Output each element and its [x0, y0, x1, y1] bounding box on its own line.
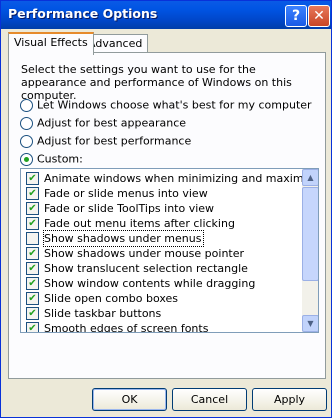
list-item[interactable]: ✔ Show window contents while dragging [23, 276, 297, 291]
radio-label: Custom: [37, 152, 83, 166]
radio-label: Adjust for best appearance [37, 116, 187, 130]
checkbox[interactable]: ✔ [26, 217, 39, 230]
checkbox[interactable]: ✔ [26, 202, 39, 215]
list-item[interactable]: ✔ Fade or slide ToolTips into view [23, 201, 297, 216]
visual-effects-panel: Select the settings you want to use for … [8, 52, 326, 379]
apply-button[interactable]: Apply [252, 388, 327, 411]
radio-let-windows-choose[interactable]: Let Windows choose what's best for my co… [20, 98, 312, 114]
close-button[interactable]: ✕ [308, 5, 330, 27]
list-item[interactable]: Show shadows under menus [23, 230, 297, 247]
description-text: Select the settings you want to use for … [21, 63, 292, 102]
list-item[interactable]: ✔ Slide taskbar buttons [23, 306, 297, 321]
list-item-label: Animate windows when minimizing and maxi… [44, 172, 319, 185]
checkbox[interactable]: ✔ [26, 292, 39, 305]
list-item-label: Fade or slide menus into view [44, 187, 208, 200]
list-item[interactable]: ✔ Slide open combo boxes [23, 291, 297, 306]
list-item-label: Smooth edges of screen fonts [44, 322, 209, 333]
checkbox[interactable]: ✔ [26, 307, 39, 320]
title-bar[interactable]: Performance Options ? ✕ [1, 1, 331, 29]
performance-options-window: Performance Options ? ✕ Visual Effects A… [0, 0, 332, 418]
list-item-label: Show translucent selection rectangle [44, 262, 248, 275]
checkbox[interactable]: ✔ [26, 172, 39, 185]
radio-label: Let Windows choose what's best for my co… [37, 98, 312, 112]
list-item-label: Fade or slide ToolTips into view [44, 202, 215, 215]
checkbox[interactable]: ✔ [26, 322, 39, 332]
scroll-thumb[interactable] [302, 187, 318, 281]
window-title: Performance Options [8, 6, 158, 21]
list-item-label: Show window contents while dragging [44, 277, 256, 290]
list-item-label: Slide taskbar buttons [44, 307, 162, 320]
list-item[interactable]: ✔ Animate windows when minimizing and max… [23, 171, 318, 186]
radio-button[interactable] [20, 134, 33, 148]
checkbox[interactable]: ✔ [26, 262, 39, 275]
help-button[interactable]: ? [285, 5, 307, 27]
radio-label: Adjust for best performance [37, 134, 192, 148]
scroll-down-button[interactable]: ▼ [302, 315, 318, 332]
list-item-label: Slide open combo boxes [44, 292, 179, 305]
tab-label: Visual Effects [14, 36, 88, 49]
radio-custom[interactable]: Custom: [20, 152, 83, 168]
checkbox[interactable]: ✔ [26, 277, 39, 290]
checkbox[interactable]: ✔ [26, 187, 39, 200]
vertical-scrollbar[interactable]: ▲ ▼ [302, 169, 318, 332]
chevron-up-icon: ▲ [307, 173, 314, 182]
list-item-label: Show shadows under mouse pointer [44, 247, 245, 260]
list-item[interactable]: ✔ Show translucent selection rectangle [23, 261, 297, 276]
list-item[interactable]: ✔ Show shadows under mouse pointer [23, 246, 297, 261]
radio-best-performance[interactable]: Adjust for best performance [20, 134, 191, 150]
radio-button[interactable] [20, 98, 33, 112]
list-item-label: Show shadows under menus [42, 230, 205, 247]
radio-best-appearance[interactable]: Adjust for best appearance [20, 116, 186, 132]
list-item[interactable]: ✔ Smooth edges of screen fonts [23, 321, 297, 333]
effects-list-items: ✔ Animate windows when minimizing and max… [21, 169, 318, 333]
tab-label: Advanced [88, 37, 143, 50]
cancel-button[interactable]: Cancel [172, 388, 247, 411]
checkbox[interactable] [26, 232, 39, 245]
scroll-up-button[interactable]: ▲ [302, 169, 318, 186]
radio-button[interactable] [20, 116, 33, 130]
list-item-label: Fade out menu items after clicking [44, 217, 235, 230]
chevron-down-icon: ▼ [307, 319, 314, 328]
list-item[interactable]: ✔ Fade out menu items after clicking [23, 216, 297, 231]
checkbox[interactable]: ✔ [26, 247, 39, 260]
close-icon: ✕ [313, 8, 325, 24]
help-icon: ? [291, 8, 301, 24]
effects-list[interactable]: ✔ Animate windows when minimizing and max… [20, 168, 319, 333]
ok-button[interactable]: OK [92, 388, 167, 411]
radio-button[interactable] [20, 152, 33, 166]
tab-visual-effects[interactable]: Visual Effects [8, 32, 94, 55]
list-item[interactable]: ✔ Fade or slide menus into view [23, 186, 297, 201]
